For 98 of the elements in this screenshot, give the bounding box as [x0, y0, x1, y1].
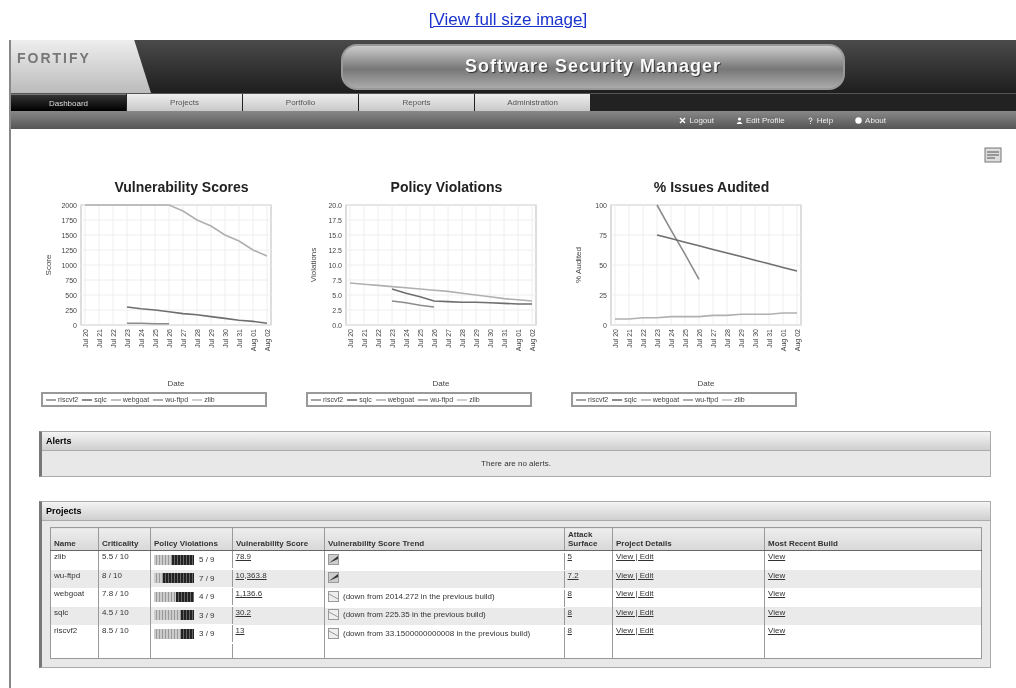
view-build-link[interactable]: View — [768, 626, 786, 635]
view-edit-link[interactable]: View | Edit — [616, 626, 654, 635]
column-header: Most Recent Build — [764, 527, 982, 551]
column-header: Vulnerability Score — [232, 527, 325, 551]
legend-swatch — [418, 396, 429, 403]
legend-swatch — [347, 396, 358, 403]
info-icon — [855, 116, 863, 124]
violations-bar — [154, 573, 194, 583]
chart-title: Vulnerability Scores — [113, 179, 250, 195]
user-link[interactable]: Logout — [679, 115, 714, 125]
column-header: Policy Violations — [150, 527, 233, 551]
user-link[interactable]: Edit Profile — [735, 115, 785, 125]
view-edit-link[interactable]: View | Edit — [616, 589, 654, 598]
nav-tab[interactable]: Portfolio — [243, 94, 358, 111]
table-cell: 5.5 / 10 — [98, 550, 151, 570]
view-build-link[interactable]: View — [768, 570, 786, 580]
y-axis-label: Violations — [309, 247, 318, 283]
nav-tab[interactable]: Dashboard — [11, 94, 126, 111]
table-cell: 4.5 / 10 — [98, 606, 151, 625]
trend-note: (down from 225.35 in the previous build) — [343, 609, 486, 621]
score-link[interactable]: 30.2 — [235, 607, 252, 617]
trend-down-icon — [328, 590, 339, 602]
legend-swatch — [612, 396, 623, 403]
x-axis-label: Date — [697, 379, 715, 388]
attack-surface-link[interactable]: 8 — [567, 607, 572, 617]
legend-swatch — [192, 396, 203, 403]
table-cell: webgoat — [50, 588, 99, 607]
violations-count: 5 / 9 — [199, 555, 215, 564]
y-axis-label: % Audited — [574, 247, 583, 283]
legend-swatch — [110, 396, 121, 403]
nav-tab[interactable]: Reports — [359, 94, 474, 111]
violations-bar — [154, 591, 194, 602]
trend-note: (down from 2014.272 in the previous build) — [343, 590, 495, 603]
attack-surface-link[interactable]: 7.2 — [567, 570, 579, 580]
view-build-link[interactable]: View — [768, 552, 786, 561]
view-edit-link[interactable]: View | Edit — [616, 570, 654, 580]
legend-swatch — [46, 396, 56, 403]
view-edit-link[interactable]: View | Edit — [616, 607, 654, 617]
violations-count: 7 / 9 — [199, 573, 215, 583]
legend-swatch — [640, 396, 651, 403]
close-icon — [679, 116, 687, 124]
x-axis-label: Date — [167, 379, 185, 388]
nav-tab[interactable]: Projects — [127, 94, 242, 111]
logo: FORTIFY — [11, 40, 151, 93]
export-icon[interactable] — [984, 147, 1002, 163]
violations-bar — [154, 554, 194, 565]
score-link[interactable]: 13 — [235, 626, 245, 635]
chart-title: Policy Violations — [389, 179, 504, 195]
panel-title: Alerts — [46, 436, 72, 446]
person-icon — [735, 116, 743, 124]
legend-swatch — [576, 396, 586, 403]
violations-count: 3 / 9 — [199, 610, 215, 620]
violations-bar — [154, 628, 194, 639]
score-link[interactable]: 10,363.8 — [235, 570, 267, 580]
panel-title: Projects — [46, 506, 82, 516]
trend-down-icon — [328, 627, 339, 639]
chart-title: % Issues Audited — [652, 179, 771, 195]
legend-swatch — [683, 396, 694, 403]
view-build-link[interactable]: View — [768, 589, 786, 598]
table-cell: 7.8 / 10 — [98, 588, 151, 607]
x-axis-label: Date — [432, 379, 450, 388]
violations-count: 3 / 9 — [199, 629, 215, 638]
view-edit-link[interactable]: View | Edit — [616, 552, 654, 561]
legend-swatch — [375, 396, 386, 403]
score-link[interactable]: 1,136.6 — [235, 589, 263, 598]
legend-swatch — [153, 396, 164, 403]
legend-swatch — [311, 396, 321, 403]
view-full-size-link[interactable]: [View full size image] — [428, 10, 588, 30]
column-header: Criticality — [98, 527, 151, 551]
trend-note: (down from 33.1500000000008 in the previous build) — [343, 627, 531, 640]
table-cell: 8.5 / 10 — [98, 625, 151, 644]
alerts-message: There are no alerts. — [481, 459, 551, 468]
table-cell: sqlc — [50, 606, 99, 625]
score-link[interactable]: 78.9 — [235, 552, 252, 561]
violations-bar — [154, 610, 194, 620]
legend-swatch — [722, 396, 733, 403]
attack-surface-link[interactable]: 8 — [567, 589, 572, 598]
trend-up-icon — [328, 553, 339, 565]
user-link[interactable]: About — [855, 115, 886, 125]
table-cell: riscvf2 — [50, 625, 99, 644]
legend-swatch — [457, 396, 468, 403]
table-cell: wu-ftpd — [50, 569, 99, 588]
column-header: Project Details — [612, 527, 765, 551]
help-icon — [806, 116, 814, 124]
user-link[interactable]: Help — [806, 115, 834, 125]
attack-surface-link[interactable]: 5 — [567, 552, 572, 561]
y-axis-label: Score — [44, 254, 53, 276]
view-build-link[interactable]: View — [768, 607, 786, 617]
table-cell: zlib — [50, 550, 99, 570]
violations-count: 4 / 9 — [199, 592, 215, 601]
attack-surface-link[interactable]: 8 — [567, 626, 572, 635]
column-header: Vulnerability Score Trend — [324, 527, 565, 551]
table-cell: 8 / 10 — [98, 569, 151, 588]
column-header: Attack Surface — [564, 527, 613, 551]
nav-tab[interactable]: Administration — [475, 94, 590, 111]
column-header: Name — [50, 527, 99, 551]
app-title: Software Security Manager — [464, 56, 722, 77]
legend-swatch — [82, 396, 93, 403]
